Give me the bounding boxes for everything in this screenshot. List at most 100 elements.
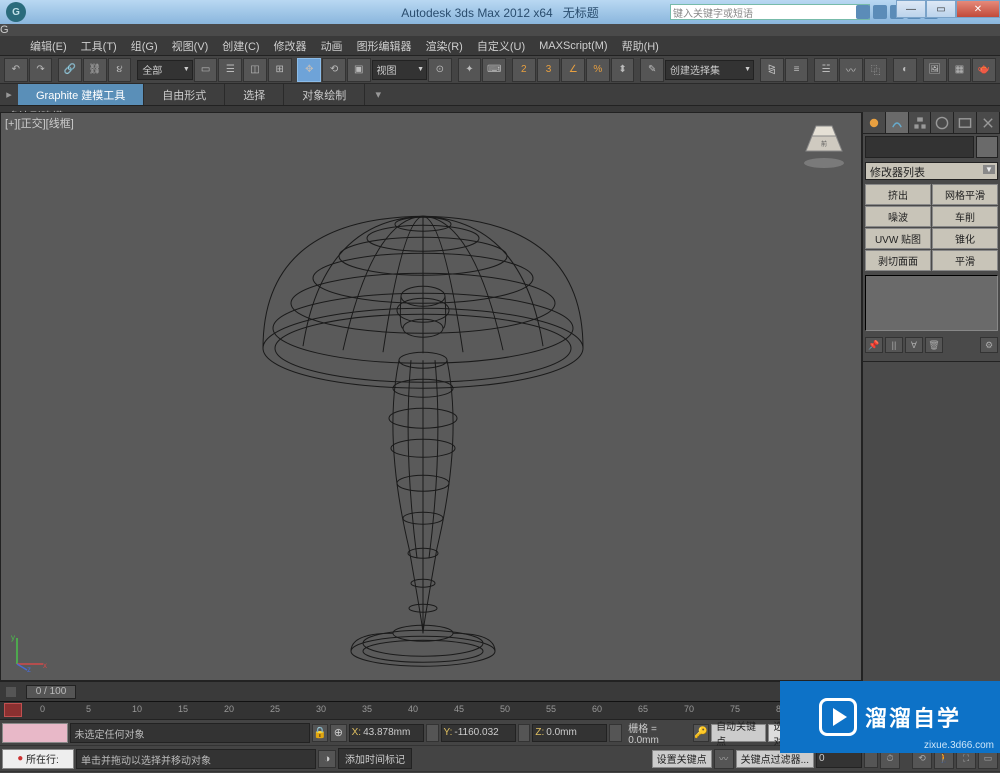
viewport-label[interactable]: [+][正交][线框] (5, 115, 74, 131)
viewcube-icon[interactable]: 前 (799, 121, 849, 171)
menu-create[interactable]: 创建(C) (216, 36, 265, 56)
snap-3d-button[interactable]: 3 (537, 58, 561, 82)
time-slider[interactable]: 0 / 100 (26, 685, 76, 699)
absolute-mode-icon[interactable]: ⊕ (330, 724, 347, 742)
cmd-tab-utilities[interactable] (977, 112, 1000, 133)
menu-edit[interactable]: 编辑(E) (24, 36, 73, 56)
angle-snap-button[interactable]: ∠ (561, 58, 585, 82)
coord-z-spin[interactable] (609, 724, 622, 742)
menu-help[interactable]: 帮助(H) (616, 36, 665, 56)
script-line-label[interactable]: ● 所在行: (2, 749, 74, 769)
spinner-snap-button[interactable]: ⬍ (611, 58, 635, 82)
coord-y-spin[interactable] (518, 724, 531, 742)
link-button[interactable]: 🔗 (58, 58, 82, 82)
layers-button[interactable]: ☱ (814, 58, 838, 82)
ribbon-tab-selection[interactable]: 选择 (225, 84, 284, 105)
align-button[interactable]: ≡ (785, 58, 809, 82)
render-setup-button[interactable]: 🖼 (923, 58, 947, 82)
keyboard-shortcut-button[interactable]: ⌨ (482, 58, 506, 82)
search-go-icon[interactable] (856, 5, 870, 19)
edit-named-sel-button[interactable]: ✎ (640, 58, 664, 82)
infocenter-search[interactable]: 键入关键字或短语 (670, 4, 870, 20)
add-time-tag[interactable]: 添加时间标记 (338, 748, 412, 769)
render-frame-button[interactable]: ▦ (948, 58, 972, 82)
close-button[interactable]: ✕ (956, 0, 1000, 18)
select-manipulate-button[interactable]: ✦ (458, 58, 482, 82)
subscription-icon[interactable] (873, 5, 887, 19)
setkey-button[interactable]: 设置关键点 (652, 750, 712, 768)
undo-button[interactable]: ↶ (4, 58, 28, 82)
coord-z[interactable]: Z:0.0mm (532, 724, 607, 742)
cmd-tab-motion[interactable] (931, 112, 954, 133)
autokey-button[interactable]: 自动关键点 (711, 724, 766, 742)
ribbon-tab-graphite[interactable]: Graphite 建模工具 (18, 84, 144, 105)
application-menu-icon[interactable]: G (0, 24, 1000, 36)
trackbar-toggle-icon[interactable] (6, 687, 16, 697)
menu-grapheditors[interactable]: 图形编辑器 (351, 36, 418, 56)
ribbon-minimize-icon[interactable]: ▾ (369, 84, 387, 105)
mirror-button[interactable]: ⧎ (760, 58, 784, 82)
menu-customize[interactable]: 自定义(U) (471, 36, 531, 56)
timeline-start-marker[interactable] (4, 703, 22, 717)
minimize-button[interactable]: — (896, 0, 926, 18)
curve-editor-button[interactable]: 〰 (839, 58, 863, 82)
menu-modifiers[interactable]: 修改器 (268, 36, 313, 56)
mod-btn-noise[interactable]: 噪波 (865, 206, 931, 227)
redo-button[interactable]: ↷ (29, 58, 53, 82)
render-production-button[interactable]: 🫖 (972, 58, 996, 82)
key-tangent-icon[interactable]: 〰 (714, 749, 734, 769)
mod-btn-lathe[interactable]: 车削 (932, 206, 998, 227)
schematic-view-button[interactable]: ⿻ (864, 58, 888, 82)
mod-btn-slice[interactable]: 剥切面面 (865, 250, 931, 271)
mod-btn-uvwmap[interactable]: UVW 贴图 (865, 228, 931, 249)
ribbon-expand-icon[interactable]: ▸ (0, 84, 18, 105)
use-center-button[interactable]: ⊙ (428, 58, 452, 82)
stack-pin-button[interactable]: 📌 (865, 337, 883, 353)
stack-configure-button[interactable]: ⚙ (980, 337, 998, 353)
snap-2d-button[interactable]: 2 (512, 58, 536, 82)
cmd-tab-hierarchy[interactable] (909, 112, 932, 133)
coord-x-spin[interactable] (426, 724, 439, 742)
menu-group[interactable]: 组(G) (125, 36, 164, 56)
mod-btn-extrude[interactable]: 挤出 (865, 184, 931, 205)
modifier-stack[interactable] (865, 275, 998, 331)
select-scale-button[interactable]: ▣ (347, 58, 371, 82)
selection-filter-dropdown[interactable]: 全部 (137, 60, 192, 80)
cmd-tab-modify[interactable] (886, 112, 909, 133)
select-object-button[interactable]: ▭ (194, 58, 218, 82)
stack-unique-button[interactable]: ∀ (905, 337, 923, 353)
window-crossing-button[interactable]: ⊞ (268, 58, 292, 82)
percent-snap-button[interactable]: % (586, 58, 610, 82)
app-logo-icon[interactable]: G (6, 2, 26, 22)
menu-tools[interactable]: 工具(T) (75, 36, 123, 56)
script-listener-pink[interactable] (2, 723, 68, 743)
coord-y[interactable]: Y:-1160.032 (441, 724, 516, 742)
object-color-swatch[interactable] (976, 136, 998, 158)
unlink-button[interactable]: ⛓ (83, 58, 107, 82)
ribbon-tab-objectpaint[interactable]: 对象绘制 (284, 84, 365, 105)
stack-show-button[interactable]: || (885, 337, 903, 353)
menu-animation[interactable]: 动画 (315, 36, 349, 56)
select-rotate-button[interactable]: ⟲ (322, 58, 346, 82)
isolate-icon[interactable]: ◑ (318, 750, 336, 768)
mod-btn-smooth[interactable]: 平滑 (932, 250, 998, 271)
maximize-button[interactable]: ▭ (926, 0, 956, 18)
object-name-field[interactable] (865, 136, 974, 158)
coord-x[interactable]: X:43.878mm (349, 724, 424, 742)
viewport[interactable]: [+][正交][线框] 前 (0, 112, 862, 681)
bind-spacewarp-button[interactable]: ૪ (108, 58, 132, 82)
select-region-button[interactable]: ◫ (243, 58, 267, 82)
lock-selection-icon[interactable]: 🔒 (312, 724, 329, 742)
menu-maxscript[interactable]: MAXScript(M) (533, 38, 613, 54)
ribbon-tab-freeform[interactable]: 自由形式 (144, 84, 225, 105)
select-by-name-button[interactable]: ☰ (218, 58, 242, 82)
select-move-button[interactable]: ✥ (297, 58, 321, 82)
material-editor-button[interactable]: ◐ (893, 58, 917, 82)
named-selection-dropdown[interactable]: 创建选择集 (665, 60, 754, 80)
cmd-tab-display[interactable] (954, 112, 977, 133)
modifier-list-dropdown[interactable]: 修改器列表 (865, 162, 998, 180)
mod-btn-meshsmooth[interactable]: 网格平滑 (932, 184, 998, 205)
menu-views[interactable]: 视图(V) (166, 36, 215, 56)
mod-btn-taper[interactable]: 锥化 (932, 228, 998, 249)
ref-coord-dropdown[interactable]: 视图 (372, 60, 427, 80)
